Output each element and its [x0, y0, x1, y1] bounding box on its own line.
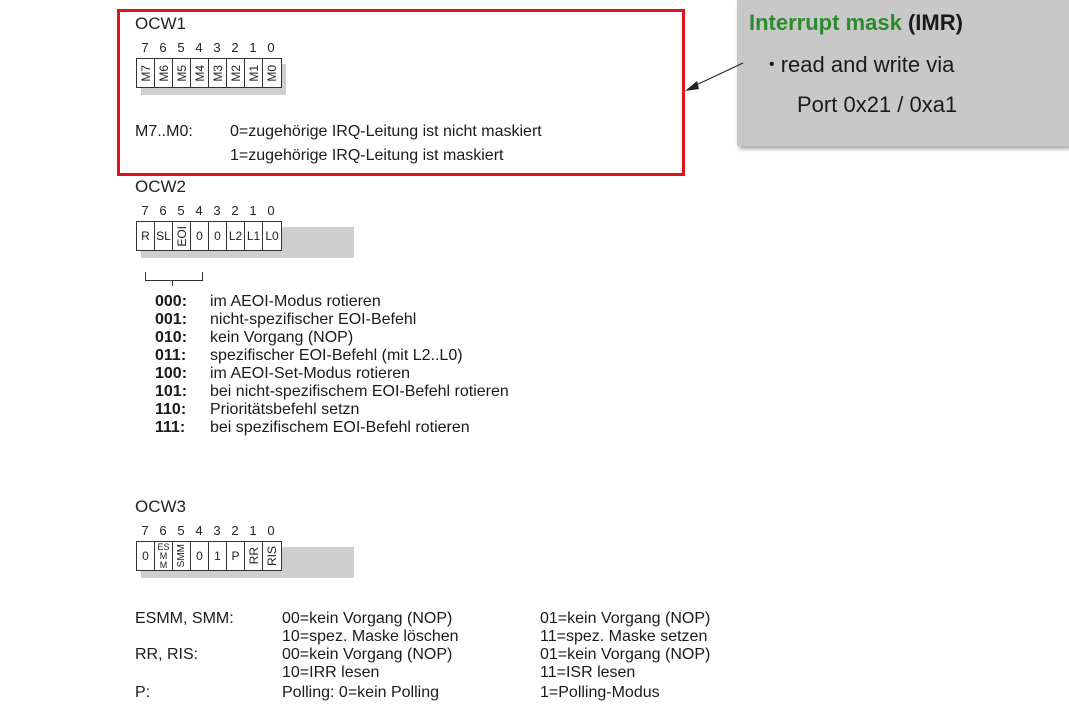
code-value: 110: [155, 401, 187, 418]
register-bit: 0 [137, 542, 155, 570]
bit-number: 7 [141, 523, 149, 538]
bullet-icon: • [769, 56, 775, 73]
code-text: kein Vorgang (NOP) [210, 329, 354, 346]
bit-number: 1 [249, 203, 257, 218]
register-bit: L2 [227, 222, 245, 250]
ocw2-title: OCW2 [135, 177, 186, 196]
register-bit: SMM [173, 542, 191, 570]
ocw3-row-a: 00=kein Vorgang (NOP) [282, 646, 453, 663]
code-value: 101: [155, 383, 188, 400]
code-text: spezifischer EOI-Befehl (mit L2..L0) [210, 347, 463, 364]
callout-title: Interrupt mask (IMR) [749, 10, 963, 36]
register-bit: L0 [265, 229, 279, 243]
register-bit: ESMM [155, 542, 173, 570]
ocw3-row-b: 11=spez. Maske setzen [540, 628, 708, 645]
ocw3-register: 0 ESMM SMM 0 1 P RR RIS [136, 541, 282, 571]
pointer-arrow-icon [685, 62, 744, 91]
ocw3-row-a: 00=kein Vorgang (NOP) [282, 610, 453, 627]
register-bit: L1 [245, 222, 263, 250]
bit-number: 1 [249, 523, 257, 538]
code-text: bei spezifischem EOI-Befehl rotieren [210, 419, 470, 436]
bit-number: 4 [195, 523, 203, 538]
bit-number: 7 [141, 203, 149, 218]
bit-number: 0 [267, 523, 275, 538]
ocw3-row-a: 10=spez. Maske löschen [282, 628, 459, 645]
code-text: bei nicht-spezifischem EOI-Befehl rotier… [210, 383, 509, 400]
register-bit: 0 [191, 222, 209, 250]
bit-number: 6 [159, 523, 167, 538]
code-value: 010: [155, 329, 188, 346]
ocw3-row-label: P: [135, 684, 151, 701]
code-text: nicht-spezifischer EOI-Befehl [210, 311, 417, 328]
code-value: 100: [155, 365, 188, 382]
register-bit: SL [155, 222, 173, 250]
ocw3-row-b: 1=Polling-Modus [540, 684, 660, 701]
register-bit: 1 [209, 542, 227, 570]
callout-bullet: • read and write via [769, 52, 954, 78]
code-value: 000: [155, 293, 188, 310]
register-bit: 0 [209, 222, 227, 250]
ocw3-row-label: RR, RIS: [135, 646, 199, 663]
ocw3-row-b: 01=kein Vorgang (NOP) [540, 610, 711, 627]
code-value: 011: [155, 347, 187, 364]
register-bit: EOI [173, 222, 191, 250]
bit-number: 3 [213, 203, 221, 218]
bit-number: 0 [267, 203, 275, 218]
ocw3-row-b: 01=kein Vorgang (NOP) [540, 646, 711, 663]
bracket-stem [172, 280, 173, 286]
ocw3-row-label: ESMM, SMM: [135, 610, 234, 627]
callout-title-green: Interrupt mask [749, 10, 902, 35]
bit-number: 2 [231, 523, 239, 538]
ocw2-register: R SL EOI 0 0 L2 L1 L0 [136, 221, 282, 251]
bit-group-bracket [145, 272, 203, 281]
ocw3-row-a: 10=IRR lesen [282, 664, 380, 681]
bit-number: 6 [159, 203, 167, 218]
bit-number: 2 [231, 203, 239, 218]
ocw3-row-b: 11=ISR lesen [540, 664, 636, 681]
code-text: Prioritätsbefehl setzn [210, 401, 360, 418]
register-bit: RIS [265, 545, 279, 566]
code-value: 111: [155, 419, 186, 436]
register-bit: P [227, 542, 245, 570]
bit-number: 4 [195, 203, 203, 218]
register-bit: 0 [191, 542, 209, 570]
bit-number: 5 [177, 203, 185, 218]
register-bit: RR [245, 542, 263, 570]
register-bit: R [137, 222, 155, 250]
code-value: 001: [155, 311, 188, 328]
bit-number: 3 [213, 523, 221, 538]
ocw3-row-a: Polling: 0=kein Polling [282, 684, 439, 701]
bit-number: 5 [177, 523, 185, 538]
callout-title-black: (IMR) [907, 10, 963, 35]
code-text: im AEOI-Set-Modus rotieren [210, 365, 411, 382]
code-text: im AEOI-Modus rotieren [210, 293, 381, 310]
callout-bullet-line2: Port 0x21 / 0xa1 [797, 92, 958, 117]
callout-bullet-line1: read and write via [780, 52, 955, 77]
highlight-box [117, 9, 685, 176]
callout-box: Interrupt mask (IMR) • read and write vi… [737, 0, 1069, 146]
ocw3-title: OCW3 [135, 497, 186, 516]
